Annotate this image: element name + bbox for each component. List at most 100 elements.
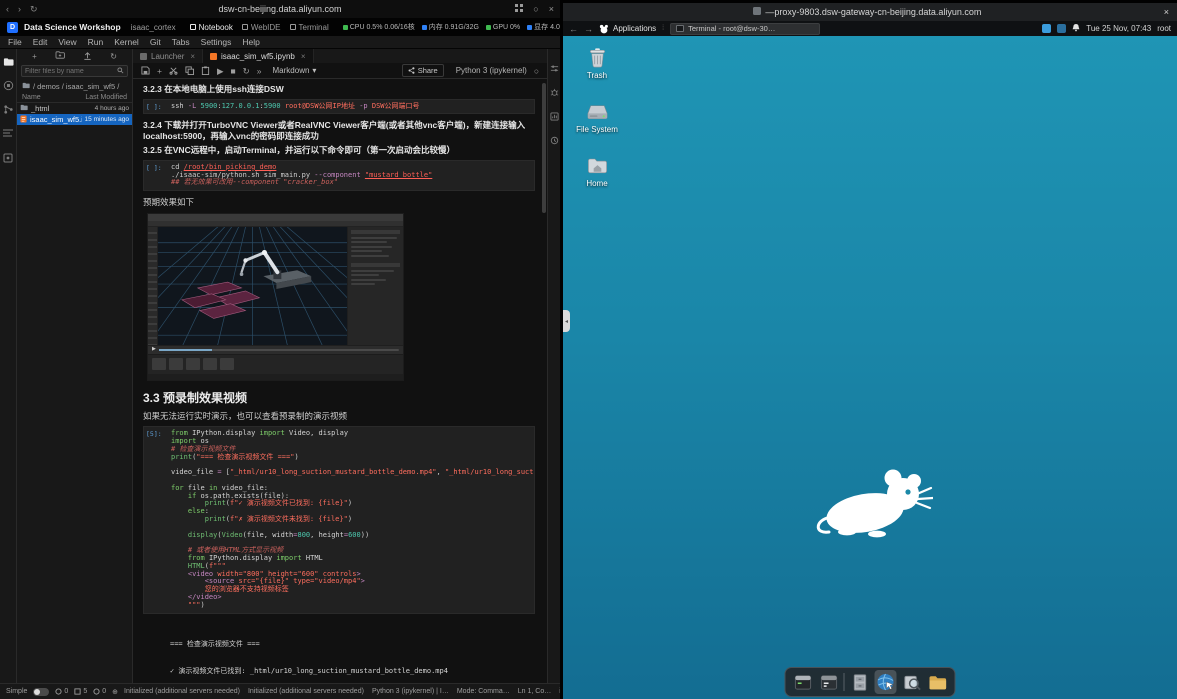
markdown-cell-324[interactable]: 3.2.4 下载并打开TurboVNC Viewer或者RealVNC View… bbox=[143, 120, 535, 141]
history-back-icon[interactable]: ← bbox=[569, 24, 578, 34]
sessions-count[interactable]: 0 bbox=[93, 688, 106, 695]
markdown-cell-expect[interactable]: 预期效果如下 bbox=[143, 197, 535, 208]
kernel-usage-icon[interactable] bbox=[549, 111, 560, 122]
dock-web-browser-icon[interactable] bbox=[875, 670, 897, 694]
running-sessions-icon[interactable] bbox=[3, 80, 14, 91]
file-filter-input[interactable] bbox=[25, 68, 115, 75]
code-cell-run-demo[interactable]: [ ]: cd /root/bin_picking_demo./isaac-si… bbox=[143, 160, 535, 191]
menu-view[interactable]: View bbox=[58, 37, 76, 47]
tab-terminal[interactable]: Terminal bbox=[290, 23, 329, 32]
active-file[interactable]: isaac_sim_wf5.ipy… bbox=[559, 688, 560, 695]
share-button[interactable]: Share bbox=[402, 64, 444, 77]
copy-cell-icon[interactable] bbox=[185, 66, 194, 75]
desktop-icon-trash[interactable]: Trash bbox=[569, 46, 625, 80]
new-folder-icon[interactable] bbox=[55, 51, 65, 61]
column-modified[interactable]: Last Modified bbox=[85, 94, 127, 101]
sessions-panel-icon[interactable] bbox=[549, 135, 560, 146]
stop-kernel-icon[interactable]: ■ bbox=[231, 66, 236, 76]
file-browser-icon[interactable] bbox=[3, 56, 14, 67]
simple-mode-toggle[interactable] bbox=[33, 688, 49, 696]
applications-menu[interactable]: Applications bbox=[599, 24, 656, 34]
run-cell-icon[interactable]: ▶ bbox=[217, 66, 224, 76]
panel-bell-icon[interactable] bbox=[1072, 23, 1080, 34]
desktop-icon-filesystem[interactable]: File System bbox=[569, 100, 625, 134]
save-icon[interactable] bbox=[141, 66, 150, 75]
apps-grid-icon[interactable] bbox=[515, 4, 523, 14]
panel-user[interactable]: root bbox=[1157, 24, 1171, 33]
refresh-icon[interactable]: ↻ bbox=[30, 4, 38, 14]
cut-cell-icon[interactable] bbox=[169, 66, 178, 75]
run-all-icon[interactable]: » bbox=[257, 66, 262, 76]
close-tab-icon[interactable]: × bbox=[190, 52, 195, 61]
table-of-contents-icon[interactable] bbox=[3, 128, 14, 139]
forward-icon[interactable]: › bbox=[18, 4, 21, 14]
kernels-count[interactable]: 5 bbox=[74, 688, 87, 695]
refresh-files-icon[interactable]: ↻ bbox=[110, 52, 117, 61]
tray-icon-display[interactable] bbox=[1057, 24, 1066, 33]
desktop-icon-home[interactable]: Home bbox=[569, 154, 625, 188]
lsp-status-1[interactable]: Initialized (additional servers needed) bbox=[124, 688, 240, 695]
vnc-control-handle[interactable]: ◂ bbox=[563, 310, 570, 332]
menu-settings[interactable]: Settings bbox=[201, 37, 232, 47]
kernel-name[interactable]: Python 3 (ipykernel) bbox=[456, 66, 527, 75]
menu-tabs[interactable]: Tabs bbox=[172, 37, 190, 47]
dock-terminal-icon[interactable] bbox=[792, 670, 814, 694]
markdown-cell-323[interactable]: 3.2.3 在本地电脑上使用ssh连接DSW bbox=[143, 84, 535, 95]
cell-type-dropdown[interactable]: Markdown ▾ bbox=[273, 66, 317, 75]
code-editor[interactable]: ssh -L 5900:127.0.0.1:5900 root@DSW公网IP地… bbox=[167, 100, 534, 114]
paste-cell-icon[interactable] bbox=[201, 66, 210, 75]
add-status-icon[interactable]: ⊕ bbox=[112, 688, 118, 696]
code-cell-video[interactable]: [5]: from IPython.display import Video, … bbox=[143, 426, 535, 613]
cursor-position[interactable]: Ln 1, Co… bbox=[518, 688, 551, 695]
file-row-notebook[interactable]: isaac_sim_wf5.ipy… 15 minutes ago bbox=[17, 114, 132, 125]
xfce-desktop[interactable]: Trash File System Home bbox=[563, 36, 1177, 699]
code-cell-ssh[interactable]: [ ]: ssh -L 5900:127.0.0.1:5900 root@DSW… bbox=[143, 99, 535, 115]
restart-kernel-icon[interactable]: ↻ bbox=[243, 66, 250, 76]
property-inspector-icon[interactable] bbox=[549, 63, 560, 74]
notebook-content[interactable]: 3.2.3 在本地电脑上使用ssh连接DSW [ ]: ssh -L 5900:… bbox=[133, 79, 547, 683]
tray-icon-network[interactable] bbox=[1042, 24, 1051, 33]
markdown-cell-325[interactable]: 3.2.5 在VNC远程中，启动Terminal，并运行以下命令即可（第一次启动… bbox=[143, 145, 535, 156]
code-editor[interactable]: cd /root/bin_picking_demo./isaac-sim/pyt… bbox=[167, 161, 534, 190]
debugger-icon[interactable] bbox=[549, 87, 560, 98]
menu-git[interactable]: Git bbox=[150, 37, 161, 47]
notebook-scrollbar[interactable] bbox=[542, 83, 546, 213]
dock-file-cabinet-icon[interactable] bbox=[849, 670, 871, 694]
menu-help[interactable]: Help bbox=[242, 37, 259, 47]
close-window-icon[interactable]: × bbox=[549, 4, 554, 14]
history-forward-icon[interactable]: → bbox=[584, 24, 593, 34]
file-row-html[interactable]: _html 4 hours ago bbox=[17, 103, 132, 114]
editor-mode[interactable]: Mode: Comma… bbox=[457, 688, 510, 695]
dock-terminal-window-icon[interactable] bbox=[818, 670, 840, 694]
markdown-cell-video-note[interactable]: 如果无法运行实时演示，也可以查看预录制的演示视频 bbox=[143, 411, 535, 422]
upload-icon[interactable] bbox=[83, 51, 92, 62]
git-icon[interactable] bbox=[3, 104, 14, 115]
menu-run[interactable]: Run bbox=[88, 37, 104, 47]
tab-notebook[interactable]: Notebook bbox=[190, 23, 233, 32]
code-editor[interactable]: from IPython.display import Video, displ… bbox=[167, 427, 534, 612]
close-vnc-icon[interactable]: × bbox=[1164, 7, 1169, 17]
menu-file[interactable]: File bbox=[8, 37, 22, 47]
dock-file-manager-icon[interactable] bbox=[927, 670, 949, 694]
column-name[interactable]: Name bbox=[22, 94, 41, 101]
dock-screenshot-tool-icon[interactable] bbox=[901, 670, 923, 694]
kernel-status[interactable]: Python 3 (ipykernel) | I… bbox=[372, 688, 449, 695]
tab-webide[interactable]: WebIDE bbox=[242, 23, 281, 32]
markdown-text: 如果无法运行实时演示，也可以查看预录制的演示视频 bbox=[143, 411, 535, 422]
file-list-header[interactable]: Name Last Modified bbox=[17, 92, 132, 103]
close-tab-icon[interactable]: × bbox=[301, 52, 306, 61]
back-icon[interactable]: ‹ bbox=[6, 4, 9, 14]
taskbar-terminal-button[interactable]: Terminal - root@dsw-30… bbox=[670, 23, 820, 35]
session-icon[interactable]: ○ bbox=[533, 4, 538, 14]
tab-launcher[interactable]: Launcher × bbox=[133, 49, 203, 63]
menu-edit[interactable]: Edit bbox=[33, 37, 48, 47]
breadcrumb[interactable]: / demos / isaac_sim_wf5 / bbox=[17, 80, 132, 92]
panel-clock[interactable]: Tue 25 Nov, 07:43 bbox=[1086, 24, 1151, 33]
new-launcher-icon[interactable]: + bbox=[32, 52, 37, 61]
tab-notebook-file[interactable]: isaac_sim_wf5.ipynb × bbox=[203, 49, 313, 63]
lsp-status-2[interactable]: Initialized (additional servers needed) bbox=[248, 688, 364, 695]
terminals-count[interactable]: 0 bbox=[55, 688, 68, 695]
menu-kernel[interactable]: Kernel bbox=[114, 37, 139, 47]
add-cell-icon[interactable]: + bbox=[157, 66, 162, 76]
extensions-icon[interactable] bbox=[3, 152, 14, 163]
